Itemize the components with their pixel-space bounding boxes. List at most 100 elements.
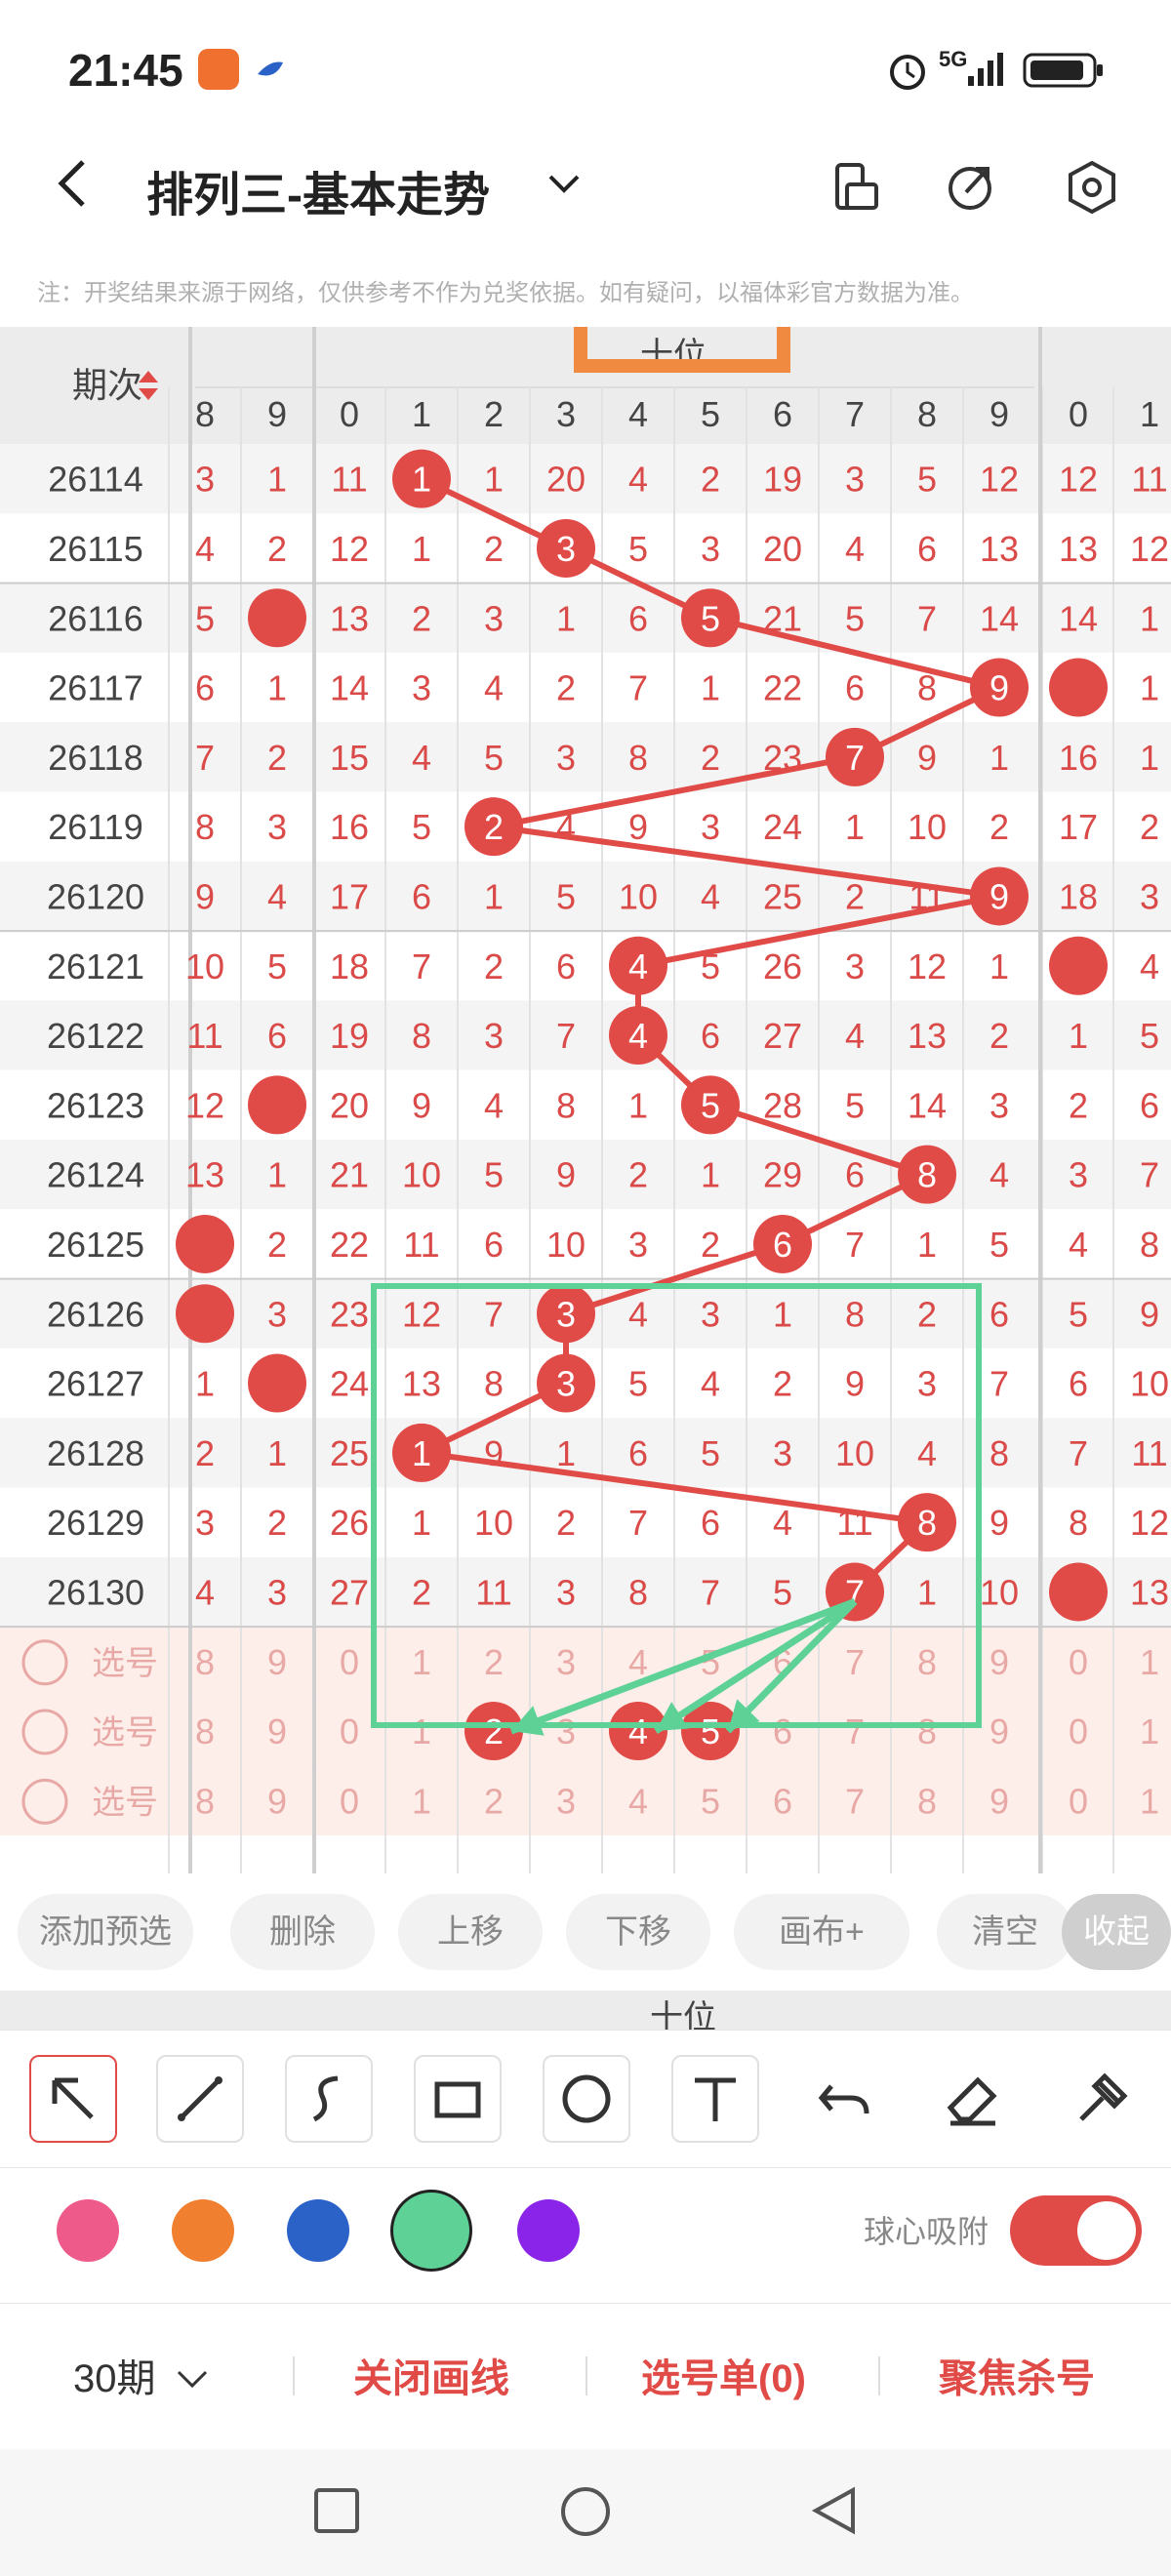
select-cell: 6 bbox=[773, 1711, 792, 1751]
color-swatch[interactable] bbox=[57, 2199, 119, 2262]
share-icon[interactable] bbox=[945, 161, 997, 219]
cell-value: 10 bbox=[980, 1572, 1019, 1612]
alarm-icon bbox=[886, 49, 929, 97]
cell-value: 4 bbox=[628, 460, 648, 500]
divider bbox=[586, 2356, 587, 2395]
page-title[interactable]: 排列三-基本走势 bbox=[146, 156, 490, 224]
select-label: 选号 bbox=[92, 1714, 158, 1751]
cell-value: 2 bbox=[267, 1225, 287, 1265]
column-header: 1 bbox=[412, 394, 431, 434]
circle-tool-icon[interactable] bbox=[543, 2055, 630, 2143]
trend-ball-number: 6 bbox=[773, 1225, 792, 1265]
issue-number: 26118 bbox=[48, 738, 142, 778]
cell-value: 2 bbox=[484, 529, 504, 569]
cell-value: 10 bbox=[185, 946, 224, 986]
settings-icon[interactable] bbox=[1064, 159, 1120, 221]
cell-value: 7 bbox=[701, 1572, 720, 1612]
cell-value: 1 bbox=[917, 1225, 937, 1265]
chevron-down-icon bbox=[177, 2370, 207, 2389]
cell-value: 27 bbox=[763, 1016, 802, 1056]
select-cell: 3 bbox=[556, 1781, 576, 1821]
cell-value: 10 bbox=[908, 807, 947, 847]
trend-ball bbox=[1049, 1562, 1108, 1622]
cell-value: 9 bbox=[412, 1085, 431, 1125]
cell-value: 4 bbox=[195, 529, 215, 569]
selection-list-button[interactable]: 选号单(0) bbox=[641, 2347, 806, 2403]
select-cell: 1 bbox=[412, 1642, 431, 1682]
cell-value: 2 bbox=[556, 1503, 576, 1543]
arrow-tool-icon[interactable] bbox=[29, 2055, 117, 2143]
cell-value: 7 bbox=[556, 1016, 576, 1056]
period-select[interactable]: 30期 bbox=[73, 2347, 210, 2403]
select-cell: 9 bbox=[267, 1642, 287, 1682]
cell-value: 4 bbox=[701, 1364, 720, 1404]
cell-value: 7 bbox=[1069, 1433, 1088, 1473]
cell-value: 1 bbox=[267, 460, 287, 500]
line-tool-icon[interactable] bbox=[156, 2055, 244, 2143]
cell-value: 17 bbox=[1059, 807, 1098, 847]
back-icon[interactable] bbox=[54, 156, 93, 216]
cell-value: 7 bbox=[989, 1364, 1009, 1404]
select-cell: 9 bbox=[267, 1711, 287, 1751]
snap-toggle[interactable] bbox=[1010, 2195, 1142, 2266]
cell-value: 12 bbox=[908, 946, 947, 986]
action-bar: 添加预选 删除 上移 下移 画布+ 清空 收起 bbox=[0, 1878, 1171, 1986]
close-line-button[interactable]: 关闭画线 bbox=[353, 2347, 509, 2403]
lower-group-header-bar bbox=[0, 1991, 1171, 2030]
color-swatch[interactable] bbox=[517, 2199, 580, 2262]
back-nav-icon[interactable] bbox=[810, 2486, 859, 2540]
chevron-down-icon[interactable] bbox=[546, 171, 582, 201]
undo-icon[interactable] bbox=[800, 2055, 888, 2143]
cell-value: 26 bbox=[763, 946, 802, 986]
trend-ball bbox=[176, 1214, 234, 1273]
cell-value: 3 bbox=[267, 807, 287, 847]
curve-tool-icon[interactable] bbox=[285, 2055, 373, 2143]
text-tool-icon[interactable] bbox=[671, 2055, 759, 2143]
home-icon[interactable] bbox=[558, 2484, 613, 2544]
eraser-icon[interactable] bbox=[929, 2055, 1017, 2143]
color-swatch[interactable] bbox=[390, 2190, 472, 2272]
action-button[interactable]: 添加预选 bbox=[18, 1894, 193, 1970]
focus-kill-button[interactable]: 聚焦杀号 bbox=[939, 2347, 1095, 2403]
action-button[interactable]: 删除 bbox=[230, 1894, 375, 1970]
cell-value: 1 bbox=[412, 529, 431, 569]
cell-value: 9 bbox=[556, 1155, 576, 1195]
issue-number: 26128 bbox=[47, 1433, 144, 1473]
action-button[interactable]: 收起 bbox=[1062, 1894, 1171, 1970]
recent-apps-icon[interactable] bbox=[312, 2486, 361, 2540]
select-label: 选号 bbox=[92, 1784, 158, 1821]
cell-value: 10 bbox=[474, 1503, 513, 1543]
select-cell: 8 bbox=[195, 1781, 215, 1821]
cell-value: 9 bbox=[1140, 1294, 1159, 1334]
cell-value: 9 bbox=[195, 876, 215, 916]
brush-icon[interactable] bbox=[1058, 2055, 1146, 2143]
select-cell: 9 bbox=[267, 1781, 287, 1821]
screen-rotate-icon[interactable] bbox=[829, 161, 882, 219]
cell-value: 1 bbox=[1140, 738, 1159, 778]
cell-value: 5 bbox=[267, 946, 287, 986]
cell-value: 3 bbox=[484, 1016, 504, 1056]
cell-value: 21 bbox=[330, 1155, 369, 1195]
cell-value: 4 bbox=[917, 1433, 937, 1473]
rectangle-tool-icon[interactable] bbox=[414, 2055, 502, 2143]
column-header: 9 bbox=[989, 394, 1009, 434]
cell-value: 11 bbox=[1131, 1433, 1167, 1473]
cell-value: 4 bbox=[1140, 946, 1159, 986]
issue-number: 26114 bbox=[48, 460, 142, 500]
cell-value: 8 bbox=[195, 807, 215, 847]
action-button[interactable]: 清空 bbox=[937, 1894, 1073, 1970]
cell-value: 12 bbox=[1059, 460, 1098, 500]
cell-value: 6 bbox=[556, 946, 576, 986]
color-swatch[interactable] bbox=[287, 2199, 349, 2262]
cell-value: 5 bbox=[701, 1433, 720, 1473]
column-header: 3 bbox=[556, 394, 576, 434]
cell-value: 6 bbox=[628, 598, 648, 638]
action-button[interactable]: 下移 bbox=[566, 1894, 710, 1970]
cell-value: 1 bbox=[628, 1085, 648, 1125]
cell-value: 4 bbox=[484, 1085, 504, 1125]
cell-value: 1 bbox=[989, 946, 1009, 986]
action-button[interactable]: 上移 bbox=[398, 1894, 543, 1970]
color-swatch[interactable] bbox=[172, 2199, 234, 2262]
action-button[interactable]: 画布+ bbox=[734, 1894, 909, 1970]
cell-value: 2 bbox=[267, 738, 287, 778]
